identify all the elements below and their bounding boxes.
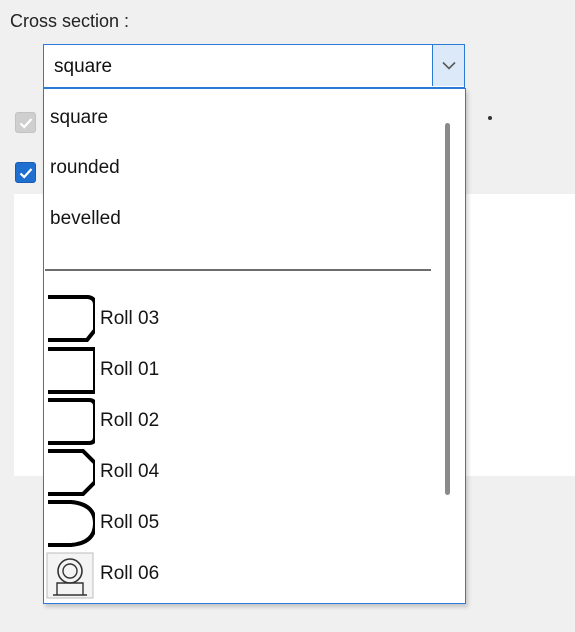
list-item-roll-04[interactable]: Roll 04 xyxy=(44,447,434,498)
checked-checkbox[interactable] xyxy=(15,162,36,183)
roll-label: Roll 02 xyxy=(100,410,160,431)
roll-03-profile-icon xyxy=(48,295,95,342)
dropdown-toggle-button[interactable] xyxy=(432,45,464,86)
cross-section-dropdown-list[interactable]: square rounded bevelled Roll 03 Roll 01 … xyxy=(43,88,466,604)
roll-label: Roll 05 xyxy=(100,512,160,533)
chevron-down-icon xyxy=(441,61,456,70)
roll-label: Roll 04 xyxy=(100,461,160,482)
list-item-roll-06[interactable]: Roll 06 xyxy=(44,549,434,600)
option-bevelled[interactable]: bevelled xyxy=(50,208,121,230)
cross-section-label: Cross section : xyxy=(10,11,130,31)
roll-label: Roll 06 xyxy=(100,563,160,584)
list-item-roll-05[interactable]: Roll 05 xyxy=(44,498,434,549)
dot-marker xyxy=(488,116,492,120)
roll-label: Roll 03 xyxy=(100,308,160,329)
list-item-roll-01[interactable]: Roll 01 xyxy=(44,345,434,396)
roll-label: Roll 01 xyxy=(100,359,160,380)
list-item-roll-02[interactable]: Roll 02 xyxy=(44,396,434,447)
disabled-checkbox xyxy=(15,112,36,133)
list-separator xyxy=(45,269,431,271)
roll-04-profile-icon xyxy=(48,449,95,496)
option-rounded[interactable]: rounded xyxy=(50,157,120,179)
roll-05-profile-icon xyxy=(48,500,95,547)
check-icon xyxy=(19,117,32,129)
scrollbar-thumb[interactable] xyxy=(445,123,450,495)
roll-06-profile-icon xyxy=(46,552,94,599)
cross-section-combobox[interactable]: square xyxy=(43,44,465,88)
roll-01-profile-icon xyxy=(48,347,95,394)
roll-02-profile-icon xyxy=(48,398,95,445)
check-icon xyxy=(19,167,32,179)
option-square[interactable]: square xyxy=(50,107,108,129)
list-item-roll-03[interactable]: Roll 03 xyxy=(44,294,434,345)
combobox-value: square xyxy=(54,56,113,77)
